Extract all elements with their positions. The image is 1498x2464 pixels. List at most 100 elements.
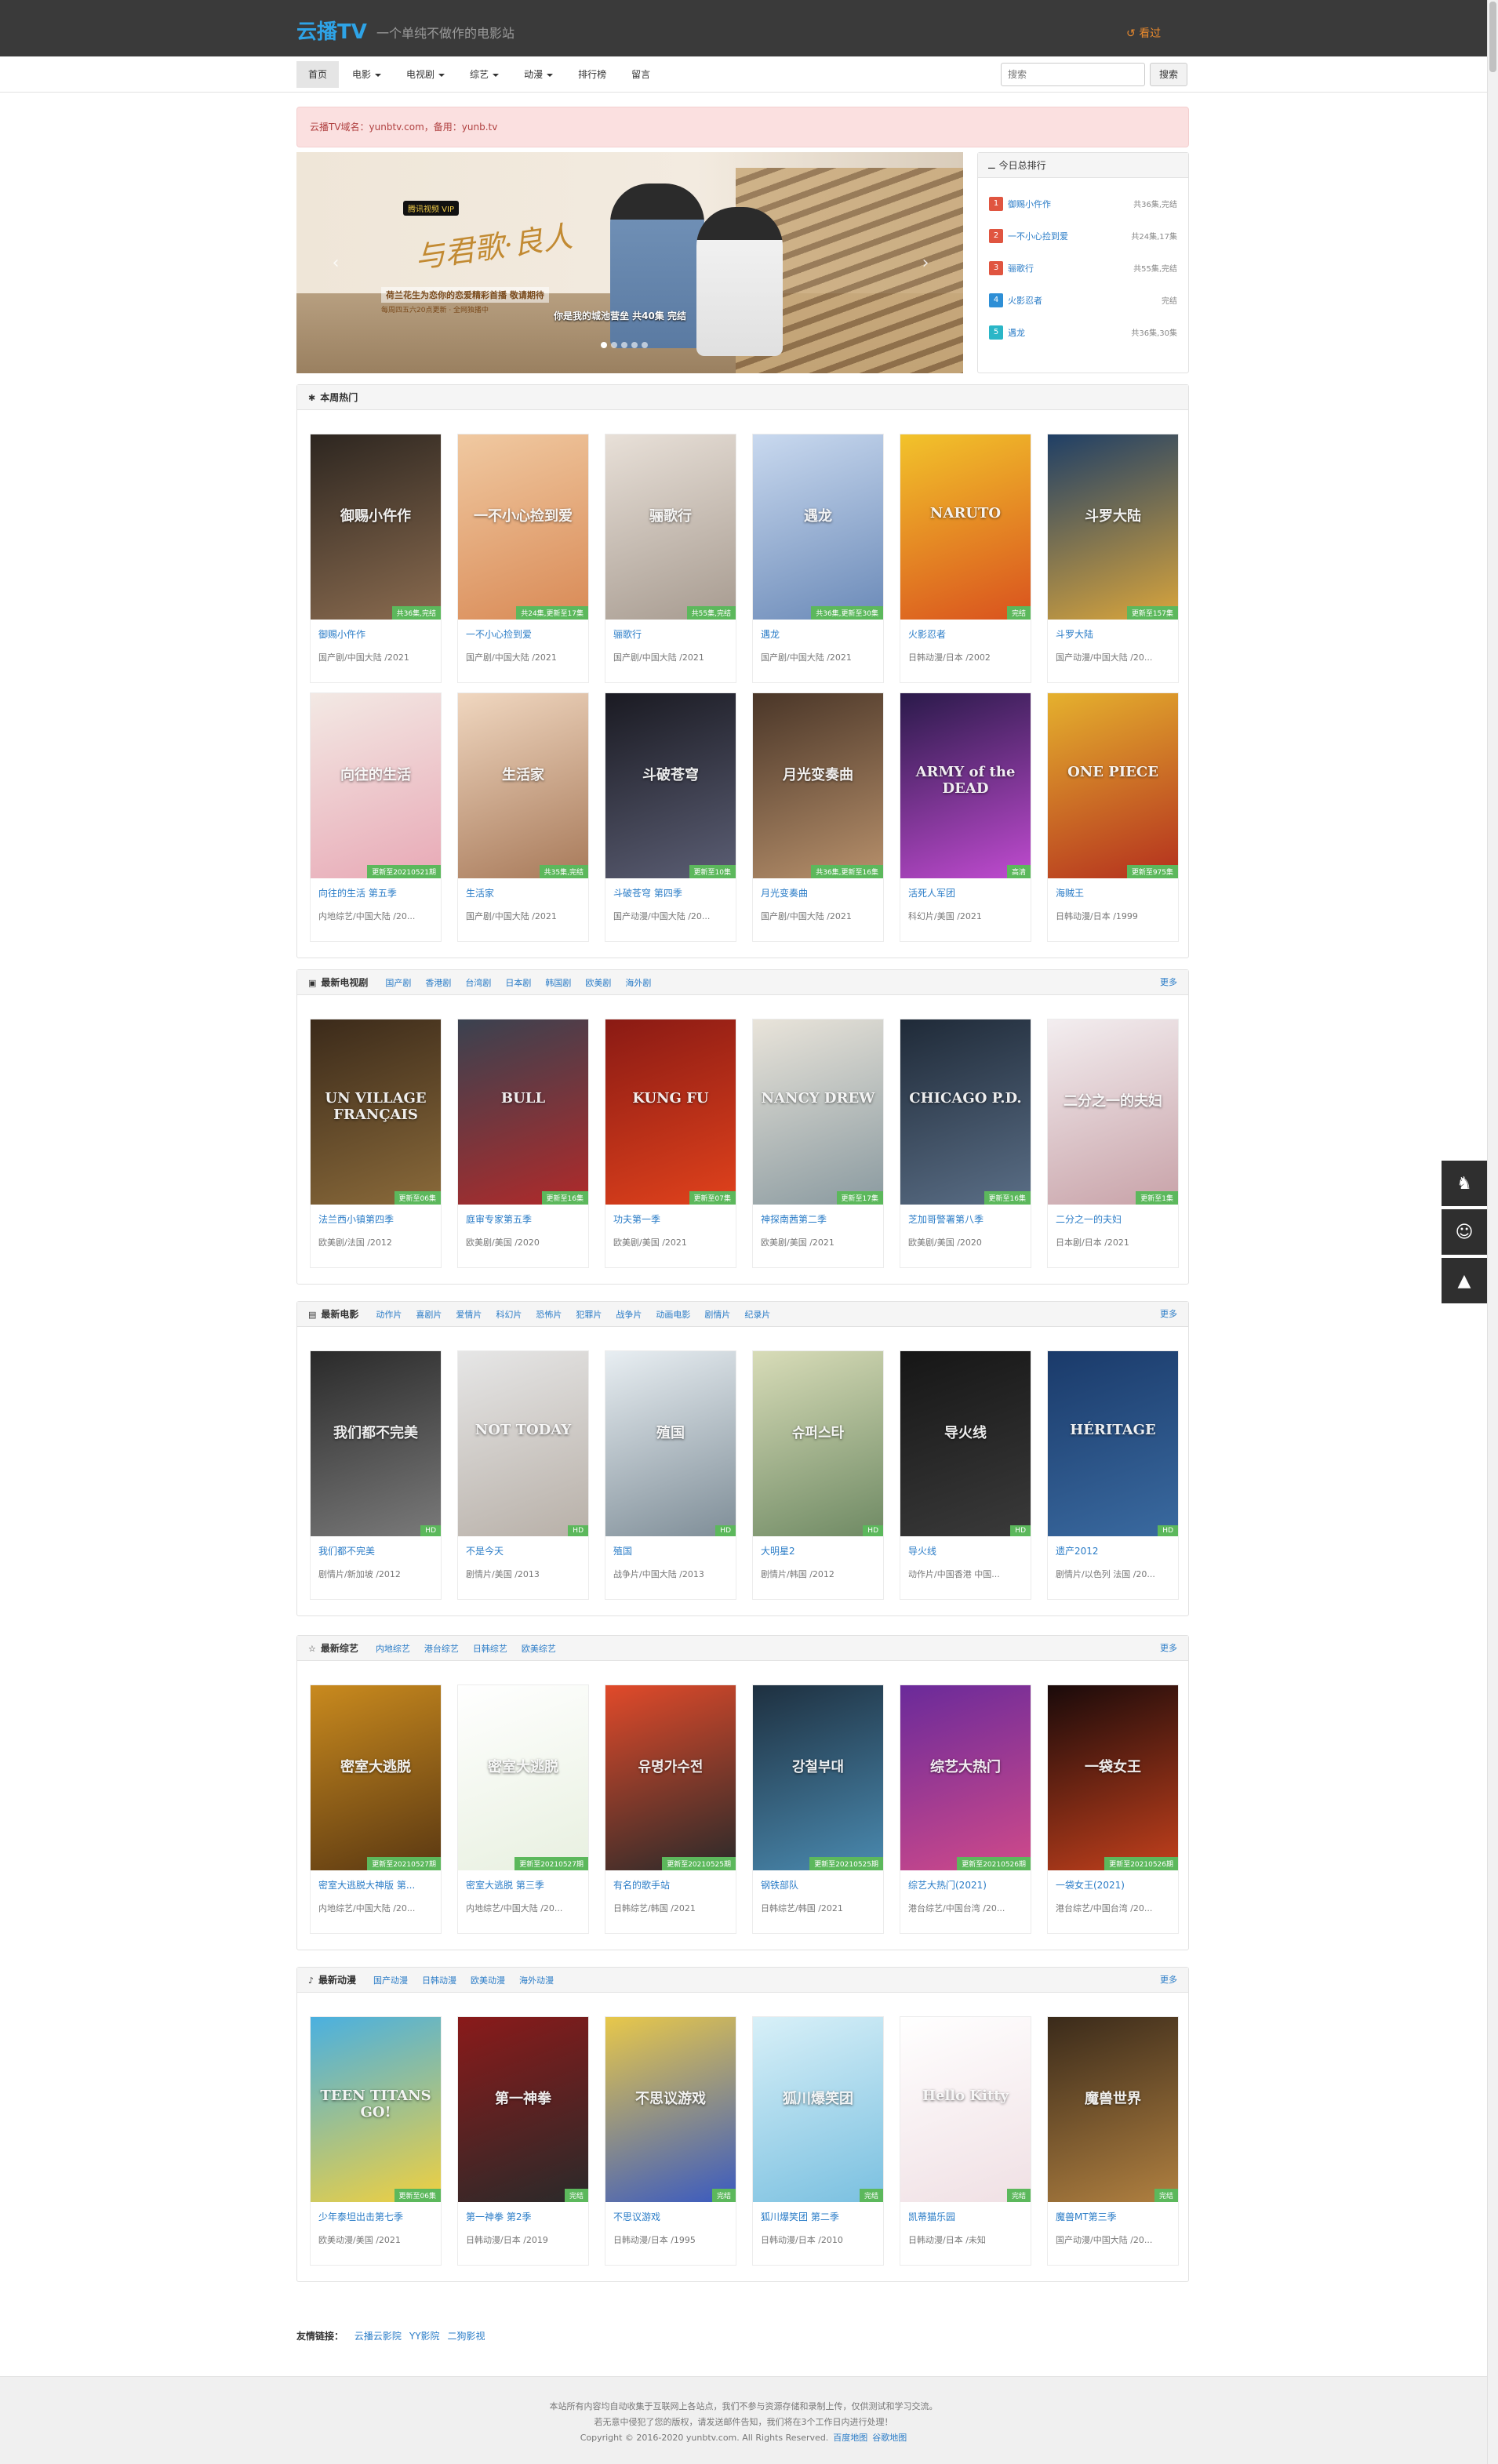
- video-card[interactable]: ONE PIECE 更新至975集 海贼王 日韩动漫/日本 /1999: [1047, 692, 1179, 942]
- friend-link[interactable]: YY影院: [409, 2331, 440, 2342]
- video-card[interactable]: 魔兽世界 完结 魔兽MT第三季 国产动漫/中国大陆 /20...: [1047, 2016, 1179, 2266]
- poster-image[interactable]: CHICAGO P.D. 更新至16集: [900, 1019, 1031, 1205]
- poster-image[interactable]: NARUTO 完结: [900, 434, 1031, 620]
- video-card[interactable]: Hello Kitty 完结 凯蒂猫乐园 日韩动漫/日本 /未知: [900, 2016, 1031, 2266]
- video-title[interactable]: 不是今天: [466, 1544, 584, 1557]
- video-title[interactable]: 御赐小仵作: [318, 627, 436, 641]
- poster-image[interactable]: 密室大逃脱 更新至20210527期: [458, 1685, 588, 1870]
- banner-dot[interactable]: [621, 342, 627, 348]
- ranking-item[interactable]: 3 骊歌行 共55集,完结: [989, 252, 1177, 284]
- category-link[interactable]: 犯罪片: [576, 1303, 602, 1328]
- poster-image[interactable]: NOT TODAY HD: [458, 1351, 588, 1536]
- video-title[interactable]: 密室大逃脱大神版 第...: [318, 1878, 436, 1892]
- poster-image[interactable]: 向往的生活 更新至20210521期: [311, 693, 441, 878]
- ranking-item[interactable]: 5 遇龙 共36集,30集: [989, 316, 1177, 348]
- history-link[interactable]: ↺ 看过: [1126, 25, 1161, 41]
- ranking-item[interactable]: 2 一不小心捡到爱 共24集,17集: [989, 220, 1177, 252]
- video-title[interactable]: 火影忍者: [908, 627, 1026, 641]
- video-card[interactable]: 유명가수전 更新至20210525期 有名的歌手站 日韩综艺/韩国 /2021: [605, 1684, 736, 1934]
- poster-image[interactable]: Hello Kitty 完结: [900, 2017, 1031, 2202]
- video-title[interactable]: 钢铁部队: [761, 1878, 878, 1892]
- video-title[interactable]: 海贼王: [1056, 886, 1173, 899]
- video-card[interactable]: 강철부대 更新至20210525期 钢铁部队 日韩综艺/韩国 /2021: [752, 1684, 884, 1934]
- poster-image[interactable]: ONE PIECE 更新至975集: [1048, 693, 1178, 878]
- hero-banner[interactable]: 腾讯视频 VIP 与君歌·良人 荷兰花生为恋你的恋爱精彩首播 敬请期待 每周四五…: [296, 152, 963, 373]
- qq-icon[interactable]: ♞: [1442, 1161, 1487, 1206]
- category-link[interactable]: 恐怖片: [536, 1303, 562, 1328]
- poster-image[interactable]: 유명가수전 更新至20210525期: [605, 1685, 736, 1870]
- category-link[interactable]: 韩国剧: [545, 971, 571, 996]
- category-link[interactable]: 动画电影: [656, 1303, 690, 1328]
- poster-image[interactable]: 遇龙 共36集,更新至30集: [753, 434, 883, 620]
- category-link[interactable]: 国产动漫: [373, 1968, 408, 1993]
- nav-item-0[interactable]: 首页: [296, 61, 340, 88]
- video-title[interactable]: 狐川爆笑团 第二季: [761, 2210, 878, 2223]
- video-title[interactable]: 遇龙: [761, 627, 878, 641]
- nav-item-2[interactable]: 电视剧: [394, 61, 456, 88]
- video-card[interactable]: 二分之一的夫妇 更新至1集 二分之一的夫妇 日本剧/日本 /2021: [1047, 1019, 1179, 1268]
- poster-image[interactable]: TEEN TITANS GO! 更新至06集: [311, 2017, 441, 2202]
- category-link[interactable]: 内地综艺: [376, 1637, 410, 1662]
- video-title[interactable]: 斗破苍穹 第四季: [613, 886, 731, 899]
- video-title[interactable]: 庭审专家第五季: [466, 1212, 584, 1226]
- video-card[interactable]: UN VILLAGE FRANÇAIS 更新至06集 法兰西小镇第四季 欧美剧/法国 …: [310, 1019, 442, 1268]
- category-link[interactable]: 欧美动漫: [471, 1968, 505, 1993]
- video-card[interactable]: 슈퍼스타 HD 大明星2 剧情片/韩国 /2012: [752, 1350, 884, 1600]
- video-title[interactable]: 骊歌行: [613, 627, 731, 641]
- poster-image[interactable]: 一袋女王 更新至20210526期: [1048, 1685, 1178, 1870]
- video-card[interactable]: 一袋女王 更新至20210526期 一袋女王(2021) 港台综艺/中国台湾 /20.…: [1047, 1684, 1179, 1934]
- video-title[interactable]: 向往的生活 第五季: [318, 886, 436, 899]
- video-card[interactable]: 殖国 HD 殖国 战争片/中国大陆 /2013: [605, 1350, 736, 1600]
- video-card[interactable]: 密室大逃脱 更新至20210527期 密室大逃脱大神版 第... 内地综艺/中国大陆 …: [310, 1684, 442, 1934]
- poster-image[interactable]: 狐川爆笑团 完结: [753, 2017, 883, 2202]
- nav-item-1[interactable]: 电影: [340, 61, 393, 88]
- video-card[interactable]: NARUTO 完结 火影忍者 日韩动漫/日本 /2002: [900, 434, 1031, 683]
- category-link[interactable]: 科幻片: [496, 1303, 522, 1328]
- category-link[interactable]: 剧情片: [704, 1303, 730, 1328]
- rank-title[interactable]: 遇龙: [1008, 326, 1131, 339]
- video-card[interactable]: 不思议游戏 完结 不思议游戏 日韩动漫/日本 /1995: [605, 2016, 736, 2266]
- poster-image[interactable]: 一不小心捡到爱 共24集,更新至17集: [458, 434, 588, 620]
- video-title[interactable]: 密室大逃脱 第三季: [466, 1878, 584, 1892]
- rank-title[interactable]: 一不小心捡到爱: [1008, 230, 1131, 242]
- video-title[interactable]: 我们都不完美: [318, 1544, 436, 1557]
- friend-link[interactable]: 二狗影视: [448, 2331, 485, 2342]
- more-link[interactable]: 更多: [1160, 1302, 1177, 1327]
- video-card[interactable]: 生活家 共35集,完结 生活家 国产剧/中国大陆 /2021: [457, 692, 589, 942]
- poster-image[interactable]: 我们都不完美 HD: [311, 1351, 441, 1536]
- category-link[interactable]: 日韩动漫: [422, 1968, 456, 1993]
- video-card[interactable]: 我们都不完美 HD 我们都不完美 剧情片/新加坡 /2012: [310, 1350, 442, 1600]
- category-link[interactable]: 欧美剧: [585, 971, 611, 996]
- nav-item-6[interactable]: 留言: [620, 61, 662, 88]
- poster-image[interactable]: 骊歌行 共55集,完结: [605, 434, 736, 620]
- category-link[interactable]: 动作片: [376, 1303, 402, 1328]
- video-title[interactable]: 少年泰坦出击第七季: [318, 2210, 436, 2223]
- video-card[interactable]: 斗罗大陆 更新至157集 斗罗大陆 国产动漫/中国大陆 /20...: [1047, 434, 1179, 683]
- poster-image[interactable]: NANCY DREW 更新至17集: [753, 1019, 883, 1205]
- video-card[interactable]: 狐川爆笑团 完结 狐川爆笑团 第二季 日韩动漫/日本 /2010: [752, 2016, 884, 2266]
- video-card[interactable]: 月光变奏曲 共36集,更新至16集 月光变奏曲 国产剧/中国大陆 /2021: [752, 692, 884, 942]
- video-card[interactable]: NOT TODAY HD 不是今天 剧情片/美国 /2013: [457, 1350, 589, 1600]
- category-link[interactable]: 欧美综艺: [522, 1637, 556, 1662]
- video-card[interactable]: 御赐小仵作 共36集,完结 御赐小仵作 国产剧/中国大陆 /2021: [310, 434, 442, 683]
- video-title[interactable]: 斗罗大陆: [1056, 627, 1173, 641]
- video-title[interactable]: 功夫第一季: [613, 1212, 731, 1226]
- category-link[interactable]: 海外剧: [625, 971, 651, 996]
- category-link[interactable]: 日韩综艺: [473, 1637, 507, 1662]
- video-card[interactable]: CHICAGO P.D. 更新至16集 芝加哥警署第八季 欧美剧/美国 /2020: [900, 1019, 1031, 1268]
- poster-image[interactable]: BULL 更新至16集: [458, 1019, 588, 1205]
- poster-image[interactable]: 导火线 HD: [900, 1351, 1031, 1536]
- banner-dot[interactable]: [631, 342, 638, 348]
- video-title[interactable]: 一不小心捡到爱: [466, 627, 584, 641]
- banner-next-icon[interactable]: ›: [918, 255, 933, 272]
- poster-image[interactable]: 魔兽世界 完结: [1048, 2017, 1178, 2202]
- scrollbar-thumb[interactable]: [1489, 2, 1496, 72]
- video-card[interactable]: 斗破苍穹 更新至10集 斗破苍穹 第四季 国产动漫/中国大陆 /20...: [605, 692, 736, 942]
- video-card[interactable]: NANCY DREW 更新至17集 神探南茜第二季 欧美剧/美国 /2021: [752, 1019, 884, 1268]
- video-title[interactable]: 芝加哥警署第八季: [908, 1212, 1026, 1226]
- video-title[interactable]: 凯蒂猫乐园: [908, 2210, 1026, 2223]
- video-card[interactable]: 第一神拳 完结 第一神拳 第2季 日韩动漫/日本 /2019: [457, 2016, 589, 2266]
- nav-item-5[interactable]: 排行榜: [566, 61, 618, 88]
- video-title[interactable]: 活死人军团: [908, 886, 1026, 899]
- video-title[interactable]: 魔兽MT第三季: [1056, 2210, 1173, 2223]
